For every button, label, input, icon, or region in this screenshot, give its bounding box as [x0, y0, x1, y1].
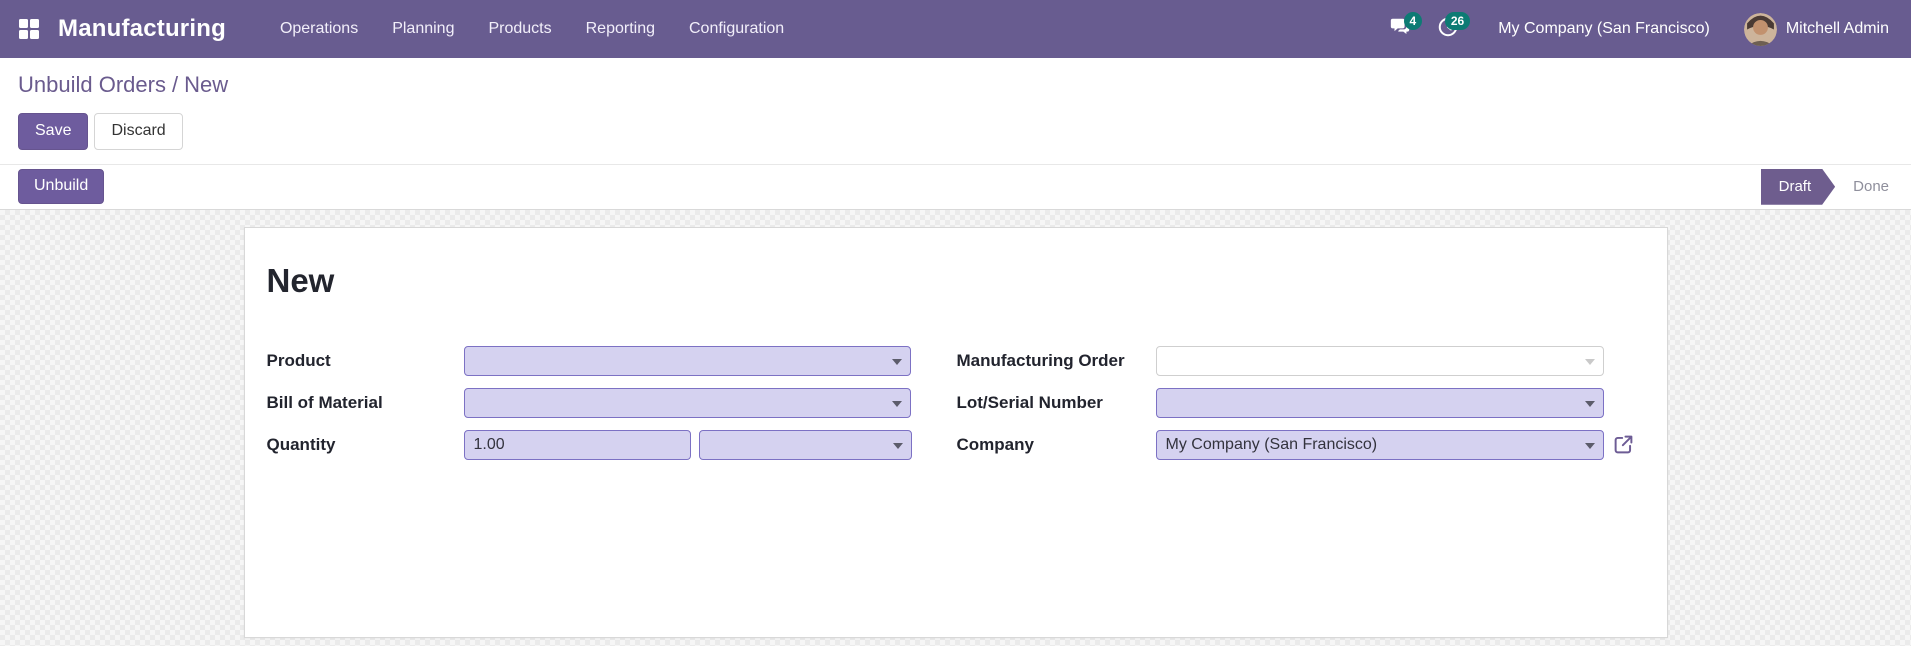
product-dropdown[interactable]: [463, 345, 911, 376]
form-sheet: New Product Bill of Material Quantity 1.…: [243, 226, 1668, 638]
quantity-field-cell: [463, 429, 912, 460]
manufacturing-order-label: Manufacturing Order: [956, 350, 1125, 370]
top-navbar: Manufacturing Operations Planning Produc…: [0, 0, 1911, 58]
field-row-lot-serial: Lot/Serial Number: [956, 387, 1604, 418]
form-view-background: New Product Bill of Material Quantity 1.…: [0, 209, 1911, 646]
user-avatar: [1743, 12, 1777, 46]
manufacturing-order-input[interactable]: [1156, 346, 1603, 375]
activities-button[interactable]: 26: [1428, 11, 1471, 47]
record-buttons: Save Discard: [18, 113, 1893, 150]
field-row-bom: Bill of Material: [266, 387, 911, 418]
lot-serial-number-dropdown[interactable]: [1155, 387, 1604, 418]
company-label: Company: [956, 434, 1034, 454]
menu-configuration[interactable]: Configuration: [675, 11, 798, 47]
form-column-right: Manufacturing Order Lot/Serial Number Co…: [956, 345, 1632, 460]
uom-input[interactable]: [699, 430, 911, 459]
external-link-icon[interactable]: [1613, 434, 1634, 455]
state-widget: Draft Done: [1761, 169, 1911, 205]
form-grid: Product Bill of Material Quantity 1.00 M…: [266, 345, 1632, 460]
menu-products[interactable]: Products: [474, 11, 565, 47]
mo-field-cell: [1155, 345, 1604, 376]
product-label: Product: [266, 350, 331, 370]
navbar-right: 4 26 My Company (San Francisco) Mitchell…: [1380, 11, 1893, 47]
quantity-field[interactable]: [463, 429, 691, 460]
company-switcher[interactable]: My Company (San Francisco): [1476, 20, 1736, 38]
main-menu: Operations Planning Products Reporting C…: [266, 11, 798, 47]
lot-field-cell: [1155, 387, 1604, 418]
messages-count-badge: 4: [1403, 12, 1423, 30]
field-row-manufacturing-order: Manufacturing Order: [956, 345, 1604, 376]
bill-of-material-dropdown[interactable]: [463, 387, 911, 418]
breadcrumb-separator: /: [171, 72, 179, 97]
bill-of-material-input[interactable]: [464, 388, 910, 417]
app-name[interactable]: Manufacturing: [58, 15, 226, 43]
quantity-input[interactable]: [464, 430, 690, 459]
uom-dropdown[interactable]: [698, 429, 912, 460]
save-button[interactable]: Save: [18, 113, 89, 150]
menu-planning[interactable]: Planning: [378, 11, 468, 47]
bill-of-material-label: Bill of Material: [266, 392, 383, 412]
activities-count-badge: 26: [1444, 12, 1471, 30]
menu-operations[interactable]: Operations: [266, 11, 372, 47]
form-statusbar: Unbuild Draft Done: [0, 163, 1911, 210]
form-column-left: Product Bill of Material Quantity 1.00: [266, 345, 912, 460]
product-input[interactable]: [464, 346, 910, 375]
breadcrumb-parent-link[interactable]: Unbuild Orders: [18, 72, 166, 97]
menu-reporting[interactable]: Reporting: [572, 11, 669, 47]
apps-grid-icon[interactable]: [18, 17, 42, 41]
breadcrumb-current: New: [184, 72, 229, 97]
lot-serial-number-label: Lot/Serial Number: [956, 392, 1103, 412]
page: Manufacturing Operations Planning Produc…: [0, 0, 1911, 646]
state-draft[interactable]: Draft: [1761, 169, 1836, 205]
company-field-cell: [1155, 429, 1632, 460]
product-field-cell: [463, 345, 911, 376]
quantity-label: Quantity: [266, 434, 336, 454]
field-row-company: Company: [956, 429, 1632, 460]
company-dropdown[interactable]: [1155, 429, 1604, 460]
lot-serial-number-input[interactable]: [1156, 388, 1603, 417]
state-done[interactable]: Done: [1835, 169, 1911, 205]
discard-button[interactable]: Discard: [94, 113, 183, 150]
field-row-product: Product: [266, 345, 911, 376]
breadcrumb: Unbuild Orders / New: [18, 72, 1893, 98]
manufacturing-order-dropdown[interactable]: [1155, 345, 1604, 376]
bom-field-cell: [463, 387, 911, 418]
control-panel: Unbuild Orders / New Save Discard: [0, 58, 1911, 164]
field-row-quantity: Quantity: [266, 429, 912, 460]
user-name: Mitchell Admin: [1785, 20, 1889, 37]
record-title: New: [266, 261, 335, 299]
user-menu[interactable]: Mitchell Admin: [1743, 12, 1893, 46]
unbuild-button[interactable]: Unbuild: [18, 169, 105, 205]
company-input[interactable]: [1156, 430, 1603, 459]
messages-button[interactable]: 4: [1380, 11, 1423, 47]
